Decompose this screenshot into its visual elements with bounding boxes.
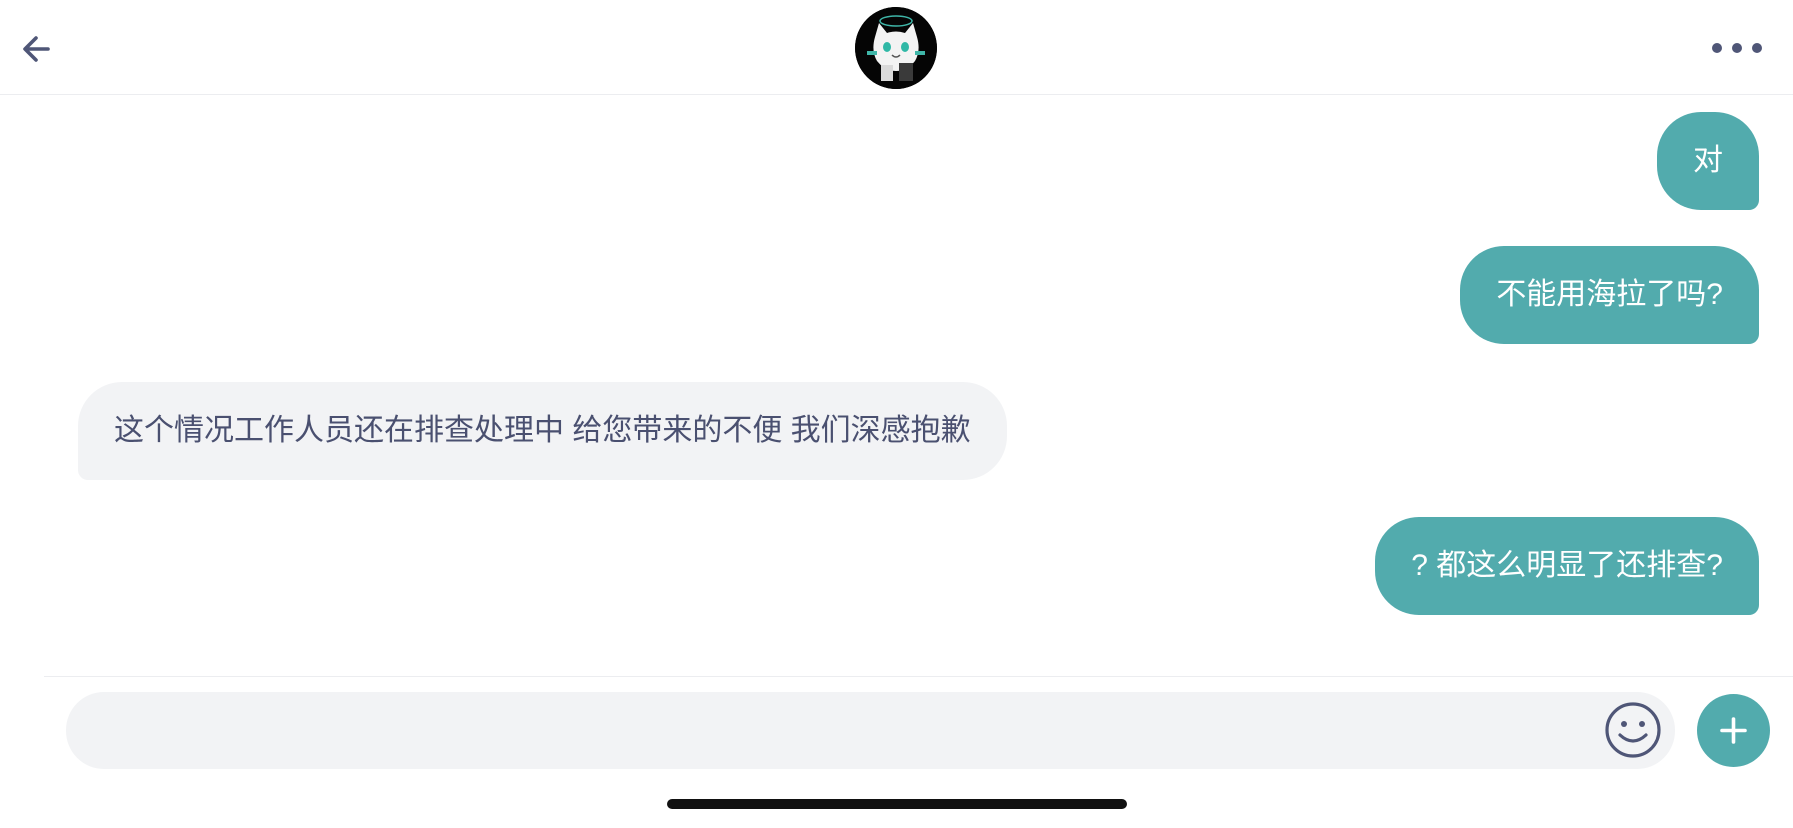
avatar[interactable]	[855, 7, 937, 89]
emoji-button[interactable]	[1604, 701, 1662, 759]
message-input[interactable]	[66, 692, 1675, 769]
home-indicator	[667, 799, 1127, 809]
plus-icon	[1720, 717, 1747, 744]
message-bubble-outgoing[interactable]: ? 都这么明显了还排查?	[1375, 517, 1759, 615]
add-attachment-button[interactable]	[1697, 694, 1770, 767]
emoji-icon	[1605, 702, 1661, 758]
more-dots-icon	[1712, 43, 1762, 53]
more-button[interactable]	[1708, 36, 1766, 60]
message-bubble-incoming[interactable]: 这个情况工作人员还在排查处理中 给您带来的不便 我们深感抱歉	[78, 382, 1007, 480]
composer-divider	[44, 676, 1793, 677]
message-bubble-outgoing[interactable]: 不能用海拉了吗?	[1460, 246, 1759, 344]
cat-avatar-icon	[855, 7, 937, 89]
chat-header	[0, 0, 1793, 95]
back-button[interactable]	[18, 29, 58, 69]
arrow-left-icon	[23, 36, 50, 62]
message-bubble-outgoing[interactable]: 对	[1657, 112, 1759, 210]
